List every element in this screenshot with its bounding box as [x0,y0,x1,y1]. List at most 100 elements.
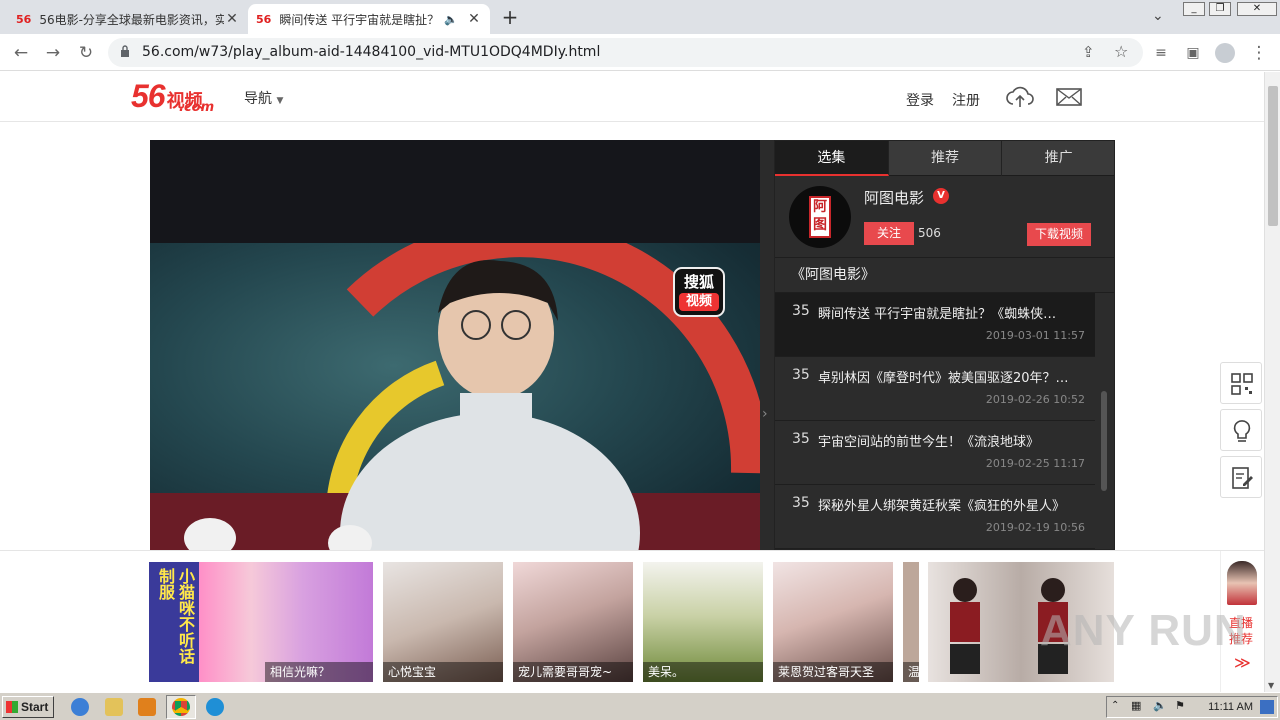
tab-search-icon[interactable]: ⌄ [1152,8,1164,24]
close-tab-icon[interactable]: ✕ [466,11,482,27]
list-item[interactable]: 35 宇宙空间站的前世今生！《流浪地球》 2019-02-25 11:17 [775,421,1095,485]
new-tab-button[interactable]: + [500,6,520,28]
download-video-button[interactable]: 下载视频 [1027,223,1091,246]
browser-tab-active[interactable]: 56 瞬间传送 平行宇宙就是瞎扯？ 🔈 ✕ [248,4,490,34]
media-control-icon[interactable]: ≡ [1150,42,1172,64]
live-host-avatar [1227,561,1257,605]
clock[interactable]: 11:11 AM [1208,701,1253,713]
video-scene [150,243,760,550]
tab-recommend[interactable]: 推荐 [889,141,1003,176]
lightbulb-icon [1233,420,1251,442]
address-bar[interactable]: 56.com/w73/play_album-aid-14484100_vid-M… [108,38,1143,67]
url-text: 56.com/w73/play_album-aid-14484100_vid-M… [142,44,601,60]
ad-thumb[interactable]: 莱恩贺过客哥天圣 [773,562,893,682]
episode-side-panel: 选集 推荐 推广 阿图 阿图电影 V 关注 506 下载视频 《阿图电影》 35… [774,140,1115,550]
minimize-button[interactable]: _ [1183,2,1205,16]
thumb-caption: 相信光嘛？ [265,662,373,682]
ad-thumb[interactable]: 宠儿需要哥哥宠~ [513,562,633,682]
idea-feedback-button[interactable] [1220,409,1262,451]
episode-list: 35 瞬间传送 平行宇宙就是瞎扯？《蜘蛛侠… 2019-03-01 11:57 … [775,293,1114,549]
ad-thumb[interactable]: 相信光嘛？ [199,562,373,682]
volume-icon[interactable]: 🔈 [1153,699,1167,712]
channel-name[interactable]: 阿图电影 [864,187,924,208]
windows-logo-icon [6,701,18,713]
qr-code-icon [1231,373,1253,395]
media-player-icon[interactable] [138,698,156,716]
thumb-caption: 心悦宝宝 [383,662,503,682]
site-favicon-icon: 56 [256,12,272,26]
qr-code-button[interactable] [1220,362,1262,404]
ad-thumb[interactable]: 心悦宝宝 [383,562,503,682]
lock-icon [121,45,129,57]
chevron-right-icon: › [762,406,768,422]
thumb-caption: 宠儿需要哥哥宠~ [513,662,633,682]
show-desktop-icon[interactable] [1260,700,1274,714]
register-link[interactable]: 注册 [952,90,980,110]
panel-scrollbar[interactable] [1101,391,1107,491]
bookmark-star-icon[interactable]: ☆ [1114,42,1128,61]
scrollbar-thumb[interactable] [1268,86,1278,226]
album-title: 《阿图电影》 [775,257,1114,293]
list-item[interactable]: 35 瞬间传送 平行宇宙就是瞎扯？《蜘蛛侠… 2019-03-01 11:57 [775,293,1095,357]
thumb-caption: 美呆。 [643,662,763,682]
edit-note-icon [1232,467,1253,489]
folder-icon[interactable] [105,698,123,716]
page-scrollbar[interactable]: ▼ [1264,72,1280,692]
video-player[interactable]: 搜狐 视频 [150,140,760,550]
video-frame[interactable]: 搜狐 视频 [150,243,760,550]
ad-thumb[interactable]: 温 [903,562,919,682]
follower-count: 506 [918,226,941,240]
follow-button[interactable]: 关注 [864,222,914,245]
list-item[interactable]: 35 探秘外星人绑架黄廷秋案《疯狂的外星人》 2019-02-19 10:56 [775,485,1095,549]
tab-promotion[interactable]: 推广 [1002,141,1114,176]
anyrun-watermark: ANY RUN [1040,606,1247,655]
collapse-panel-toggle[interactable]: › [760,140,774,550]
browser-tab-56-movie[interactable]: 56 56电影-分享全球最新电影资讯，实时… ✕ [8,4,248,34]
scroll-down-arrow-icon[interactable]: ▼ [1268,681,1274,690]
restore-button[interactable]: ❐ [1209,2,1231,16]
chrome-icon [172,698,190,716]
start-button[interactable]: Start [2,696,54,718]
browser-toolbar: ← → ↻ 56.com/w73/play_album-aid-14484100… [0,34,1280,71]
reload-icon[interactable]: ↻ [75,42,97,64]
upload-cloud-icon[interactable] [1005,84,1035,110]
message-mail-icon[interactable] [1056,87,1082,107]
share-icon[interactable]: ⇪ [1082,43,1095,61]
close-tab-icon[interactable]: ✕ [224,11,240,27]
close-window-button[interactable]: ✕ [1237,2,1277,16]
site-favicon-icon: 56 [16,12,32,26]
browser-menu-icon[interactable]: ⋮ [1248,42,1270,64]
ad-banner-text: 小猫咪不听话 制服 [156,568,195,664]
avatar-seal: 阿图 [809,196,831,238]
back-icon[interactable]: ← [10,42,32,64]
network-icon[interactable]: ▦ [1131,699,1141,712]
profile-avatar-icon[interactable] [1215,43,1235,63]
ad-banner[interactable]: 小猫咪不听话 制服 [149,562,199,682]
caret-down-icon: ▼ [276,96,284,106]
panel-tabs: 选集 推荐 推广 [775,141,1114,176]
browser-tab-strip: 56 56电影-分享全球最新电影资讯，实时… ✕ 56 瞬间传送 平行宇宙就是瞎… [0,0,1280,34]
sohu-video-watermark: 搜狐 视频 [673,267,725,317]
edge-icon[interactable] [206,698,224,716]
login-link[interactable]: 登录 [906,90,934,110]
tab-title: 56电影-分享全球最新电影资讯，实时… [39,12,224,27]
ad-thumb[interactable]: 美呆。 [643,562,763,682]
site-header: 56 视频 .com 导航 ▼ 登录 注册 [0,72,1264,122]
tab-title: 瞬间传送 平行宇宙就是瞎扯？ [279,12,440,27]
flag-icon[interactable]: ⚑ [1175,699,1185,712]
channel-avatar[interactable]: 阿图 [789,186,851,248]
tray-chevron-icon[interactable]: ⌃ [1111,700,1119,711]
ie-icon[interactable] [71,698,89,716]
list-item[interactable]: 35 卓别林因《摩登时代》被美国驱逐20年？… 2019-02-26 10:52 [775,357,1095,421]
os-taskbar: Start ⌃ ▦ 🔈 ⚑ 11:11 AM [0,692,1280,720]
verified-v-icon: V [933,188,949,204]
nav-dropdown[interactable]: 导航 ▼ [244,88,283,108]
forward-icon[interactable]: → [42,42,64,64]
tab-episodes[interactable]: 选集 [775,141,889,176]
side-panel-icon[interactable]: ▣ [1182,42,1204,64]
thumb-caption: 莱恩贺过客哥天圣 [773,662,893,682]
site-logo[interactable]: 56 视频 .com [131,78,214,115]
chrome-taskbar-button[interactable] [166,695,196,719]
report-edit-button[interactable] [1220,456,1262,498]
audio-playing-icon[interactable]: 🔈 [444,13,458,26]
